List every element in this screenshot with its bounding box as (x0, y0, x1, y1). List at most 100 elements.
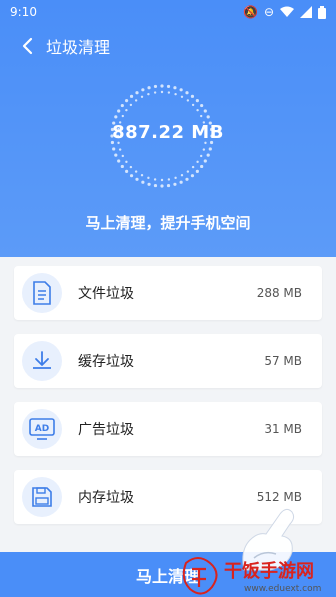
dnd-icon: ⊖ (263, 5, 274, 19)
dial-dot (129, 165, 133, 169)
dial-dot (166, 84, 171, 89)
dial-dot (141, 88, 145, 92)
dial-dot (147, 86, 151, 90)
list-item-label: 文件垃圾 (78, 286, 134, 302)
dial-dot (185, 177, 189, 181)
list-item-value: 57 MB (264, 354, 302, 368)
dial-dot (121, 114, 124, 118)
dial-dot (206, 153, 210, 157)
list-item-label: 内存垃圾 (78, 490, 134, 506)
page-title: 垃圾清理 (46, 38, 111, 57)
dial-dot (191, 103, 195, 107)
list-item-label: 广告垃圾 (78, 422, 134, 438)
wifi-icon (280, 6, 294, 17)
dial-dot (135, 91, 139, 95)
signal-icon (300, 6, 312, 18)
dial-dot (196, 160, 199, 164)
ad-icon: AD (22, 409, 62, 449)
junk-list: 文件垃圾 288 MB 缓存垃圾 57 MB AD 广告垃圾 31 MB 内存垃… (14, 266, 322, 538)
dial-dot (174, 176, 177, 180)
clean-subtitle: 马上清理，提升手机空间 (85, 214, 251, 232)
list-item-value: 31 MB (264, 422, 302, 436)
dial-dot (125, 108, 128, 112)
download-icon (22, 341, 62, 381)
chevron-left-icon (22, 37, 33, 55)
dial-dot (153, 84, 158, 89)
dial-dot (167, 91, 171, 94)
dial-dot (186, 170, 190, 173)
dial-dot (117, 159, 121, 163)
header: 9:10 🔕 ⊖ 垃圾清理 887.22 MB 马上清理，提升手机空间 (0, 0, 336, 257)
dial-dot (153, 178, 157, 181)
dial-dot (125, 99, 129, 103)
dial-dot (141, 180, 145, 184)
dial-dot (179, 88, 183, 92)
status-time: 9:10 (10, 5, 37, 19)
dial-dot (173, 182, 177, 186)
status-bar: 9:10 🔕 ⊖ (0, 0, 336, 24)
dial-dot (153, 91, 157, 94)
dial-dot (200, 114, 203, 118)
dial-dot (114, 153, 118, 157)
dial-dot (121, 154, 124, 158)
dial-dot (200, 103, 204, 108)
site-watermark: 干饭手游网 www.eduext.com (182, 557, 321, 595)
dial-dot (129, 94, 134, 98)
dial-dot (206, 115, 210, 119)
dial-dot (160, 84, 164, 88)
dial-dot (179, 180, 183, 184)
dial-dot (200, 154, 203, 158)
list-item-label: 缓存垃圾 (78, 354, 134, 370)
dial-dot (190, 174, 195, 178)
dial-dot (125, 160, 128, 164)
dial-dot (134, 170, 138, 173)
dial-dot (191, 165, 195, 169)
dial-dot (174, 92, 177, 96)
dial-dot (160, 90, 164, 94)
watermark-url: www.eduext.com (244, 584, 321, 594)
dial-dot (203, 109, 207, 113)
dial-dot (129, 174, 134, 178)
dial-dot (195, 169, 199, 173)
dial-dot (180, 95, 184, 98)
list-item-value: 288 MB (256, 286, 302, 300)
dial-dot (117, 109, 121, 113)
save-icon (22, 477, 62, 517)
dial-dot (160, 184, 164, 188)
dial-dot (147, 182, 151, 186)
list-item-file-junk[interactable]: 文件垃圾 288 MB (14, 266, 322, 320)
dial-dot (140, 95, 144, 98)
dial-dot (118, 148, 122, 151)
dial-dot (185, 91, 189, 95)
dial-dot (129, 103, 133, 107)
dial-dot (200, 164, 204, 169)
dial-dot (120, 164, 124, 169)
dial-dot (195, 99, 199, 103)
svg-text:AD: AD (35, 424, 49, 434)
dial-dot (125, 169, 129, 173)
dial-dot (147, 92, 150, 96)
dial-dot (134, 99, 138, 102)
junk-size-value: 887.22 MB (112, 122, 224, 143)
dial-dot (140, 174, 144, 177)
dial-dot (135, 177, 139, 181)
list-item-ad-junk[interactable]: AD 广告垃圾 31 MB (14, 402, 322, 456)
bell-off-icon: 🔕 (242, 5, 258, 19)
document-icon (22, 273, 62, 313)
back-button[interactable] (12, 31, 42, 61)
dial-dot (147, 176, 150, 180)
dial-dot (186, 99, 190, 102)
watermark-text: 干饭手游网 (224, 560, 314, 582)
list-item-cache-junk[interactable]: 缓存垃圾 57 MB (14, 334, 322, 388)
dial-dot (196, 108, 199, 112)
dial-dot (202, 148, 206, 151)
dial-dot (173, 86, 177, 90)
dial-dot (120, 103, 124, 108)
dial-dot (166, 183, 171, 188)
dial-dot (153, 183, 158, 188)
dial-dot (208, 147, 212, 151)
title-bar: 垃圾清理 (0, 30, 336, 62)
dial-dot (203, 159, 207, 163)
dial-dot (160, 178, 164, 182)
battery-icon (318, 5, 326, 19)
